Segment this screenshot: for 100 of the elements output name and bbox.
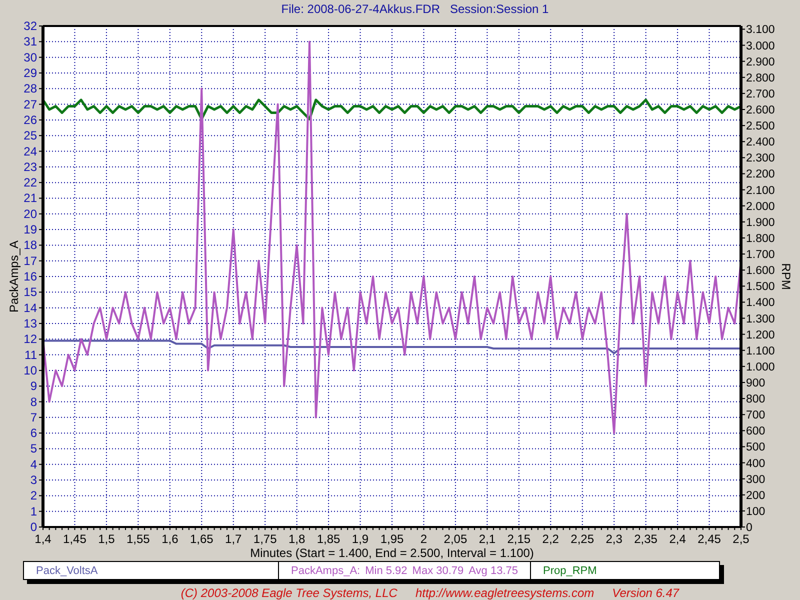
axis-tick-label: 26 bbox=[24, 112, 37, 127]
axis-tick-label: 30 bbox=[24, 50, 37, 64]
axis-tick-label: 1,45 bbox=[63, 532, 86, 546]
axis-tick-label: 2.900 bbox=[746, 56, 775, 68]
axis-tick-label: 1,7 bbox=[225, 532, 242, 546]
axis-tick-label: 20 bbox=[24, 206, 37, 221]
axis-tick-label: 2.700 bbox=[746, 88, 775, 100]
axis-tick-label: 2,35 bbox=[634, 532, 658, 546]
axis-tick-label: 2,1 bbox=[478, 532, 496, 546]
axis-tick-label: 800 bbox=[746, 393, 766, 406]
axis-tick-label: 1,75 bbox=[253, 532, 277, 546]
axis-tick-label: 4 bbox=[30, 457, 37, 472]
axis-tick-label: 1,8 bbox=[288, 532, 306, 546]
axis-tick-label: 1,65 bbox=[190, 532, 214, 546]
version-text: Version 6.47 bbox=[612, 586, 680, 600]
copyright-text: (C) 2003-2008 Eagle Tree Systems, LLC bbox=[180, 586, 398, 600]
axis-tick-label: 2,5 bbox=[732, 532, 750, 546]
axis-tick-label: 28 bbox=[24, 82, 37, 96]
axis-tick-label: 1.200 bbox=[746, 329, 775, 342]
y-axis-title: RPM bbox=[779, 263, 793, 290]
legend-label: Pack_VoltsA bbox=[36, 564, 98, 577]
axis-tick-label: 3.000 bbox=[746, 40, 775, 52]
axis-tick-label: 19 bbox=[24, 222, 37, 236]
axis-tick-label: 7 bbox=[30, 410, 37, 424]
axis-tick-label: 2.300 bbox=[746, 152, 775, 165]
y-axis-title: PackAmps_A bbox=[7, 240, 21, 312]
axis-tick-label: 900 bbox=[746, 377, 766, 390]
axis-tick-label: 3.100 bbox=[746, 24, 775, 36]
axis-tick-label: 1 bbox=[30, 504, 37, 518]
axis-tick-label: 1,85 bbox=[316, 532, 340, 546]
axis-tick-label: 14 bbox=[24, 300, 37, 315]
axis-tick-label: 2,45 bbox=[698, 532, 721, 546]
axis-tick-label: 2.100 bbox=[746, 184, 775, 197]
axis-tick-label: 2 bbox=[420, 532, 428, 546]
axis-tick-label: 300 bbox=[746, 474, 766, 486]
axis-tick-label: 29 bbox=[24, 66, 37, 80]
axis-tick-label: 3 bbox=[30, 472, 37, 487]
axis-tick-label: 8 bbox=[30, 394, 37, 409]
axis-tick-label: 5 bbox=[30, 442, 37, 456]
axis-tick-label: 1.100 bbox=[746, 345, 775, 358]
axis-tick-label: 23 bbox=[24, 160, 37, 174]
axis-tick-label: 1.600 bbox=[746, 264, 775, 277]
axis-tick-label: 16 bbox=[24, 269, 37, 284]
axis-tick-label: 25 bbox=[24, 128, 37, 142]
axis-tick-label: 32 bbox=[24, 18, 37, 33]
axis-tick-label: 1,55 bbox=[126, 532, 150, 546]
axis-tick-label: 18 bbox=[24, 238, 37, 252]
axis-tick-label: 100 bbox=[746, 506, 766, 518]
legend-label: Prop_RPM bbox=[543, 564, 597, 577]
axis-tick-label: 0 bbox=[30, 520, 37, 534]
axis-tick-label: 2,25 bbox=[570, 532, 594, 546]
axis-tick-label: 10 bbox=[24, 363, 37, 378]
axis-tick-label: 500 bbox=[746, 442, 766, 454]
session-name: Session:Session 1 bbox=[450, 2, 549, 16]
legend-stat: Max 30.79 bbox=[412, 564, 464, 577]
axis-tick-label: 1,6 bbox=[162, 532, 178, 546]
axis-tick-label: 400 bbox=[746, 458, 766, 470]
axis-tick-label: 2,15 bbox=[507, 532, 531, 546]
axis-tick-label: 2.600 bbox=[746, 104, 775, 116]
axis-tick-label: 2.800 bbox=[746, 72, 775, 84]
axis-tick-label: 15 bbox=[24, 285, 37, 300]
axis-tick-label: 12 bbox=[24, 332, 37, 346]
axis-tick-label: 2.500 bbox=[746, 120, 775, 132]
axis-tick-label: 1.700 bbox=[746, 248, 775, 261]
legend-stat: Min 5.92 bbox=[365, 564, 408, 577]
axis-tick-label: 27 bbox=[24, 97, 37, 112]
axis-tick-label: 31 bbox=[24, 34, 37, 49]
axis-tick-label: 13 bbox=[24, 316, 37, 330]
axis-tick-label: 600 bbox=[746, 426, 766, 438]
legend-label: PackAmps_A: bbox=[291, 564, 360, 577]
axis-tick-label: 200 bbox=[746, 490, 766, 502]
legend-stat: Avg 13.75 bbox=[468, 564, 518, 577]
website-link[interactable]: http://www.eagletreesystems.com bbox=[415, 586, 594, 600]
axis-tick-label: 2.000 bbox=[746, 200, 775, 213]
axis-tick-label: 2.200 bbox=[746, 168, 775, 181]
axis-tick-label: 21 bbox=[24, 191, 37, 206]
axis-tick-label: 700 bbox=[746, 409, 766, 422]
axis-tick-label: 1.000 bbox=[746, 361, 775, 374]
axis-tick-label: 6 bbox=[30, 426, 37, 440]
axis-tick-label: 1,4 bbox=[34, 532, 52, 546]
axis-tick-label: 1,5 bbox=[98, 532, 115, 546]
axis-tick-label: 2,05 bbox=[444, 532, 468, 546]
axis-tick-label: 2,2 bbox=[542, 532, 559, 546]
axis-tick-label: 1,95 bbox=[380, 532, 404, 546]
axis-tick-label: 1.300 bbox=[746, 313, 775, 326]
axis-tick-label: 22 bbox=[24, 175, 37, 190]
x-axis-title: Minutes (Start = 1.400, End = 2.500, Interval = 1.100) bbox=[250, 546, 534, 560]
axis-tick-label: 1.800 bbox=[746, 232, 775, 245]
axis-tick-label: 0 bbox=[746, 522, 752, 534]
axis-tick-label: 1.500 bbox=[746, 281, 775, 293]
axis-tick-label: 24 bbox=[24, 144, 37, 158]
axis-tick-label: 2.400 bbox=[746, 136, 775, 148]
axis-tick-label: 2 bbox=[30, 488, 37, 503]
axis-tick-label: 1.400 bbox=[746, 297, 775, 310]
axis-tick-label: 11 bbox=[24, 348, 37, 362]
axis-tick-label: 1.900 bbox=[746, 216, 775, 229]
axis-tick-label: 1,9 bbox=[352, 532, 369, 546]
file-name: File: 2008-06-27-4Akkus.FDR bbox=[281, 2, 440, 16]
axis-tick-label: 2,4 bbox=[669, 532, 686, 546]
axis-tick-label: 17 bbox=[24, 254, 37, 268]
